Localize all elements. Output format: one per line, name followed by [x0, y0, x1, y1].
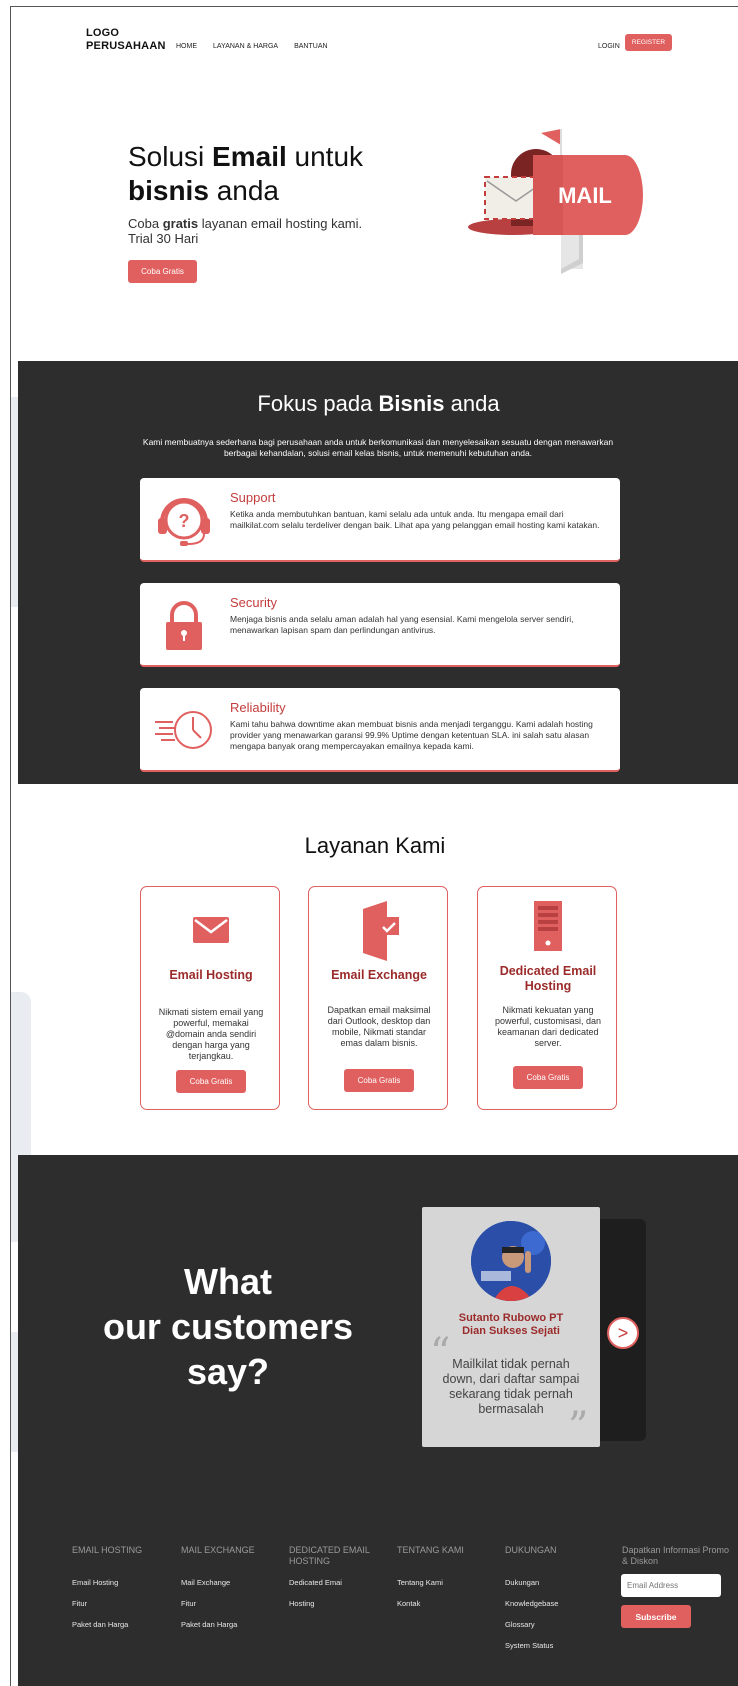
- feature-card-support: ? Support Ketika anda membutuhkan bantua…: [140, 478, 620, 562]
- server-icon: [534, 901, 562, 951]
- footer-column-heading: DEDICATED EMAIL HOSTING: [289, 1545, 370, 1566]
- service-title: Email Hosting: [169, 968, 253, 982]
- headset-icon: ?: [158, 498, 210, 546]
- customer-avatar: [471, 1221, 551, 1301]
- heading-line: our customers: [102, 1306, 354, 1347]
- footer-column-heading: MAIL EXCHANGE: [181, 1545, 255, 1555]
- hero-sub-part: layanan email hosting kami.: [198, 216, 363, 231]
- next-testimonial-button[interactable]: >: [607, 1317, 639, 1349]
- hero-try-free-button[interactable]: Coba Gratis: [128, 260, 197, 283]
- register-button[interactable]: REGISTER: [625, 34, 672, 51]
- hero-title-part: anda: [208, 175, 279, 206]
- mailbox-label: MAIL: [558, 183, 612, 208]
- service-card-email-exchange: Email Exchange Dapatkan email maksimal d…: [308, 886, 448, 1110]
- footer-link[interactable]: System Status: [505, 1641, 605, 1662]
- hero-title-part: Solusi: [128, 141, 213, 172]
- heading-line: What: [184, 1261, 272, 1302]
- service-title: Email Exchange: [331, 968, 427, 982]
- fast-clock-icon: [155, 711, 212, 749]
- service-card-dedicated-email: Dedicated Email Hosting Nikmati kekuatan…: [477, 886, 617, 1110]
- heading-line: say?: [186, 1351, 270, 1392]
- footer: EMAIL HOSTING Email Hosting Fitur Paket …: [18, 1493, 738, 1686]
- focus-description: Kami membuatnya sederhana bagi perusahaa…: [142, 437, 614, 458]
- customer-quote: Mailkilat tidak pernah down, dari daftar…: [442, 1357, 580, 1416]
- envelope-icon: [193, 917, 229, 943]
- service-text: Dapatkan email maksimal dari Outlook, de…: [327, 1005, 431, 1048]
- service-try-free-button[interactable]: Coba Gratis: [513, 1066, 583, 1089]
- hero-sub-bold: gratis: [162, 216, 199, 231]
- nav-links: HOME LAYANAN & HARGA BANTUAN: [176, 43, 328, 50]
- footer-link[interactable]: Knowledgebase: [505, 1599, 605, 1620]
- service-try-free-button[interactable]: Coba Gratis: [344, 1069, 414, 1092]
- footer-column-email-hosting: EMAIL HOSTING Email Hosting Fitur Paket …: [72, 1545, 172, 1641]
- service-card-email-hosting: Email Hosting Nikmati sistem email yang …: [140, 886, 280, 1110]
- footer-link[interactable]: Paket dan Harga: [181, 1620, 281, 1641]
- page-frame: LOGO PERUSAHAAN HOME LAYANAN & HARGA BAN…: [10, 6, 738, 1686]
- footer-column-heading: EMAIL HOSTING: [72, 1545, 143, 1555]
- promo-text: Dapatkan Informasi Promo & Diskon: [622, 1545, 730, 1566]
- nav-bantuan[interactable]: BANTUAN: [294, 43, 327, 50]
- footer-link[interactable]: Mail Exchange: [181, 1578, 281, 1599]
- feature-title: Security: [230, 595, 277, 610]
- hero-title-bold: Email: [212, 141, 287, 172]
- feature-text: Menjaga bisnis anda selalu aman adalah h…: [230, 614, 574, 635]
- footer-link[interactable]: Tentang Kami: [397, 1578, 497, 1599]
- focus-title: Fokus pada Bisnis anda: [18, 391, 738, 417]
- services-title: Layanan Kami: [304, 833, 446, 858]
- footer-link[interactable]: Paket dan Harga: [72, 1620, 172, 1641]
- mailbox-illustration-icon: MAIL: [468, 129, 643, 274]
- svg-text:?: ?: [179, 511, 190, 531]
- testimonial-section: What our customers say? Sutanto Rubowo P…: [18, 1155, 738, 1493]
- hero-title: Solusi Email untuk bisnis anda: [128, 140, 363, 208]
- top-nav: LOGO PERUSAHAAN HOME LAYANAN & HARGA BAN…: [11, 7, 738, 87]
- footer-link[interactable]: Dukungan: [505, 1578, 605, 1599]
- footer-column-dukungan: DUKUNGAN Dukungan Knowledgebase Glossary…: [505, 1545, 605, 1662]
- feature-card-security: Security Menjaga bisnis anda selalu aman…: [140, 583, 620, 667]
- subscribe-button[interactable]: Subscribe: [621, 1605, 691, 1628]
- logo-line-2: PERUSAHAAN: [86, 40, 166, 52]
- feature-text: Ketika anda membutuhkan bantuan, kami se…: [230, 509, 600, 530]
- testimonial-heading: What our customers say?: [78, 1259, 378, 1394]
- login-link[interactable]: LOGIN: [598, 43, 620, 50]
- exchange-icon: [363, 901, 399, 961]
- footer-link[interactable]: Glossary: [505, 1620, 605, 1641]
- footer-column-heading: TENTANG KAMI: [397, 1545, 464, 1555]
- focus-title-bold: Bisnis: [378, 391, 445, 416]
- footer-link[interactable]: Hosting: [289, 1599, 389, 1620]
- focus-title-part: anda: [444, 391, 500, 416]
- hero-title-bold: bisnis: [128, 175, 209, 206]
- footer-link[interactable]: Email Hosting: [72, 1578, 172, 1599]
- hero-title-part: untuk: [286, 141, 364, 172]
- newsletter-email-input[interactable]: [621, 1574, 721, 1597]
- service-try-free-button[interactable]: Coba Gratis: [176, 1070, 246, 1093]
- nav-home[interactable]: HOME: [176, 43, 197, 50]
- feature-text: Kami tahu bahwa downtime akan membuat bi…: [230, 719, 593, 751]
- feature-title: Support: [230, 490, 276, 505]
- focus-title-part: Fokus pada: [257, 391, 379, 416]
- feature-title: Reliability: [230, 700, 286, 715]
- feature-card-reliability: Reliability Kami tahu bahwa downtime aka…: [140, 688, 620, 772]
- logo-line-1: LOGO: [86, 27, 120, 39]
- hero-sub-part: Coba: [128, 216, 163, 231]
- service-title: Dedicated Email Hosting: [499, 964, 597, 993]
- testimonial-card: Sutanto Rubowo PT Dian Sukses Sejati “ M…: [422, 1207, 600, 1447]
- footer-link[interactable]: Dedicated Emai: [289, 1578, 389, 1599]
- service-text: Nikmati kekuatan yang powerful, customis…: [494, 1005, 602, 1048]
- footer-column-tentang-kami: TENTANG KAMI Tentang Kami Kontak: [397, 1545, 497, 1620]
- footer-link[interactable]: Fitur: [181, 1599, 281, 1620]
- company-logo[interactable]: LOGO PERUSAHAAN: [86, 27, 166, 53]
- footer-link[interactable]: Fitur: [72, 1599, 172, 1620]
- hero-trial-text: Trial 30 Hari: [128, 231, 199, 246]
- footer-column-heading: DUKUNGAN: [505, 1545, 557, 1555]
- service-text: Nikmati sistem email yang powerful, mema…: [158, 1007, 264, 1061]
- footer-column-dedicated-email: DEDICATED EMAIL HOSTING Dedicated Emai H…: [289, 1545, 389, 1620]
- close-quote-icon: ”: [568, 1404, 589, 1450]
- customer-name-line: Sutanto Rubowo PT: [458, 1312, 564, 1324]
- hero-subtitle: Coba gratis layanan email hosting kami. …: [128, 216, 388, 246]
- lock-icon: [166, 601, 202, 650]
- focus-section: Fokus pada Bisnis anda Kami membuatnya s…: [18, 361, 738, 784]
- nav-layanan-harga[interactable]: LAYANAN & HARGA: [213, 43, 278, 50]
- footer-link[interactable]: Kontak: [397, 1599, 497, 1620]
- footer-column-mail-exchange: MAIL EXCHANGE Mail Exchange Fitur Paket …: [181, 1545, 281, 1641]
